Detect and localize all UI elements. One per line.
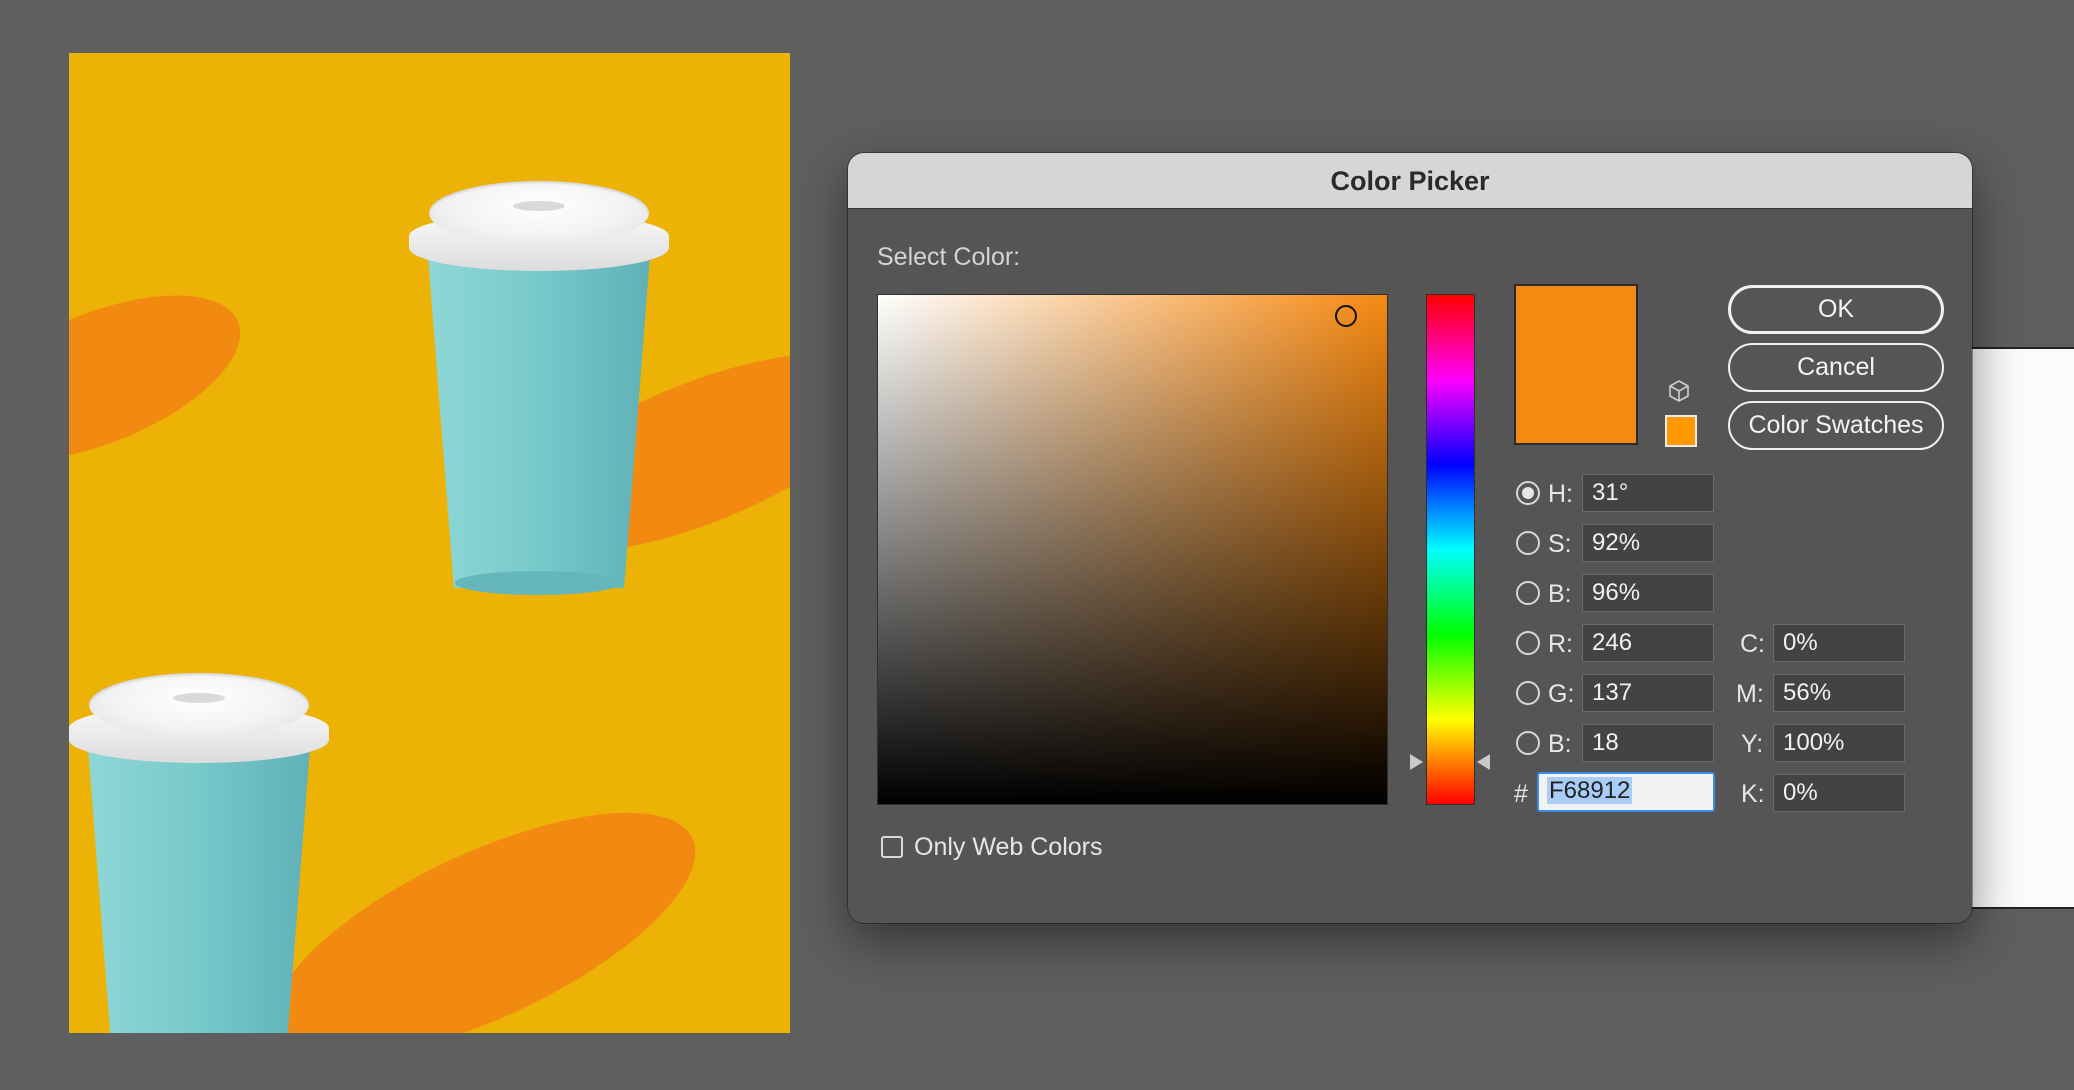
color-picker-dialog: Color Picker Select Color: OK Cancel Col… — [848, 153, 1972, 923]
blue-label: B: — [1548, 730, 1572, 758]
hue-slider[interactable] — [1426, 294, 1475, 805]
cup-bottom — [455, 571, 621, 595]
c-label: C: — [1740, 630, 1765, 658]
y-field[interactable]: 100% — [1773, 724, 1905, 762]
hue-slider-handle-right[interactable] — [1477, 754, 1490, 770]
m-label: M: — [1736, 680, 1764, 708]
select-color-label: Select Color: — [877, 243, 1021, 271]
hex-label: # — [1514, 780, 1528, 808]
only-web-colors-label[interactable]: Only Web Colors — [914, 833, 1103, 862]
g-radio[interactable] — [1516, 681, 1540, 705]
cup-body — [87, 735, 311, 1033]
color-swatches-button[interactable]: Color Swatches — [1728, 401, 1944, 450]
hex-value: F68912 — [1547, 777, 1633, 804]
dialog-title[interactable]: Color Picker — [848, 153, 1972, 209]
background-document — [1972, 347, 2074, 909]
brightness-label: B: — [1548, 580, 1572, 608]
cup-lid — [89, 673, 309, 737]
cup-body — [427, 243, 651, 588]
hue-slider-handle-left[interactable] — [1410, 754, 1423, 770]
cube-icon[interactable] — [1667, 379, 1691, 403]
hex-input[interactable]: F68912 — [1537, 772, 1715, 812]
c-field[interactable]: 0% — [1773, 624, 1905, 662]
k-label: K: — [1741, 780, 1765, 808]
saturation-brightness-field[interactable] — [877, 294, 1388, 805]
ok-button[interactable]: OK — [1728, 285, 1944, 334]
web-safe-color-swatch[interactable] — [1665, 415, 1697, 447]
r-radio[interactable] — [1516, 631, 1540, 655]
s-field[interactable]: 92% — [1582, 524, 1714, 562]
h-radio[interactable] — [1516, 481, 1540, 505]
current-color-swatch — [1514, 284, 1638, 445]
g-label: G: — [1548, 680, 1575, 708]
brightness-radio[interactable] — [1516, 581, 1540, 605]
blue-radio[interactable] — [1516, 731, 1540, 755]
shadow-shape — [69, 261, 263, 495]
color-selection-marker[interactable] — [1335, 305, 1357, 327]
r-field[interactable]: 246 — [1582, 624, 1714, 662]
s-radio[interactable] — [1516, 531, 1540, 555]
artboard-canvas[interactable] — [69, 53, 790, 1033]
cup-top — [409, 171, 669, 596]
m-field[interactable]: 56% — [1773, 674, 1905, 712]
cup-lid-dimple — [513, 201, 565, 211]
k-field[interactable]: 0% — [1773, 774, 1905, 812]
cup-bottom-left — [69, 663, 329, 1033]
only-web-colors-checkbox[interactable] — [881, 836, 903, 858]
h-field[interactable]: 31° — [1582, 474, 1714, 512]
y-label: Y: — [1741, 730, 1764, 758]
g-field[interactable]: 137 — [1582, 674, 1714, 712]
cup-lid — [429, 181, 649, 245]
h-label: H: — [1548, 480, 1573, 508]
s-label: S: — [1548, 530, 1572, 558]
brightness-field[interactable]: 96% — [1582, 574, 1714, 612]
cup-lid-dimple — [173, 693, 225, 703]
blue-field[interactable]: 18 — [1582, 724, 1714, 762]
r-label: R: — [1548, 630, 1573, 658]
cancel-button[interactable]: Cancel — [1728, 343, 1944, 392]
